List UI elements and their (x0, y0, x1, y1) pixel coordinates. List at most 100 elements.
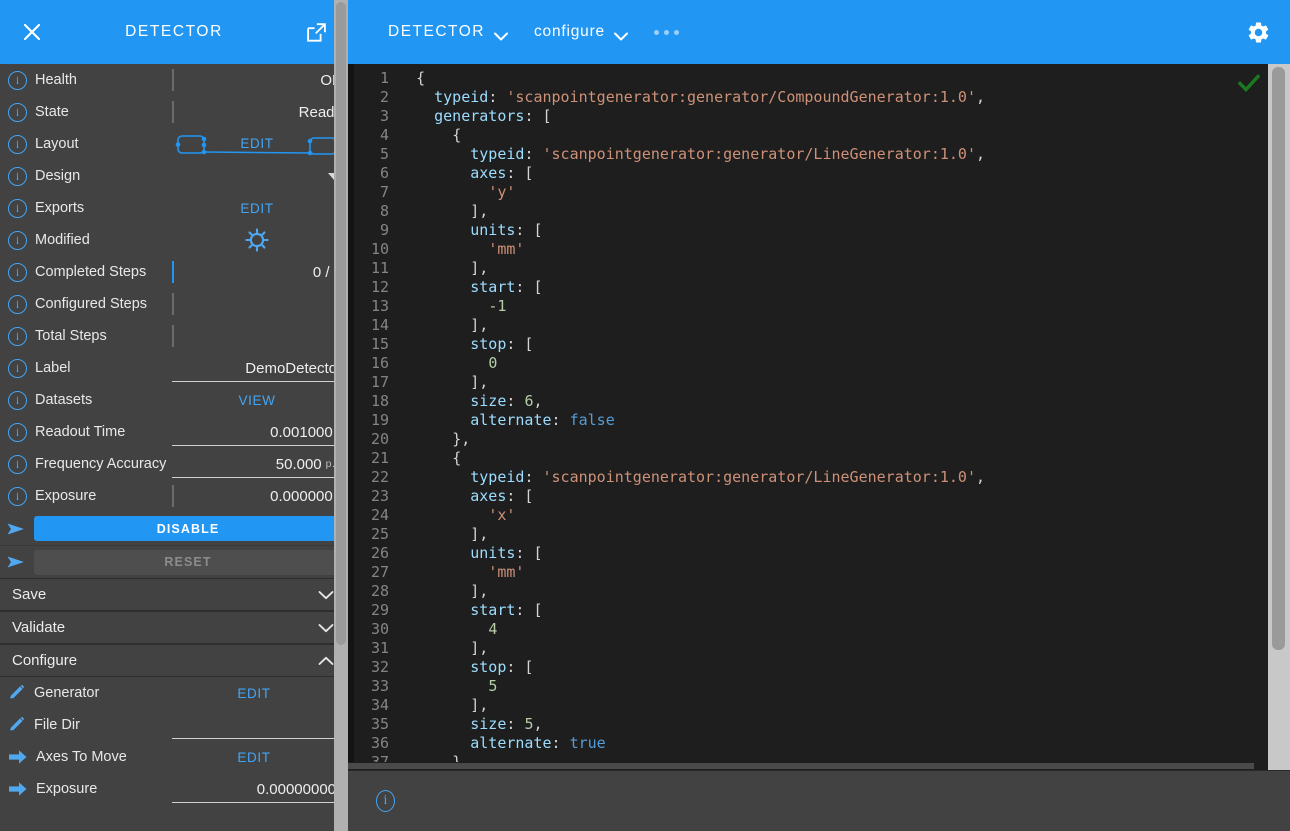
row-action-link[interactable]: EDIT (237, 750, 270, 765)
breadcrumb-detector[interactable]: DETECTOR (388, 23, 508, 41)
info-icon[interactable]: i (8, 263, 27, 282)
line-number: 1 (354, 69, 389, 88)
reset-button[interactable]: RESET (34, 550, 342, 575)
attribute-row[interactable]: iStateReady (0, 96, 348, 128)
more-horizontal-icon[interactable] (654, 30, 679, 35)
chevron-down-icon (494, 28, 508, 37)
editor-code[interactable]: { typeid: 'scanpointgenerator:generator/… (398, 69, 1268, 770)
attribute-row[interactable]: Axes To MoveEDIT (0, 741, 348, 773)
row-action-link[interactable]: EDIT (240, 201, 273, 216)
info-icon[interactable]: i (8, 423, 27, 442)
line-number: 10 (354, 240, 389, 259)
info-icon[interactable]: i (8, 487, 27, 506)
row-label: Exports (35, 200, 84, 216)
attribute-row[interactable]: iExposure0.000000s (0, 480, 348, 512)
line-number: 23 (354, 487, 389, 506)
section-title: Configure (12, 652, 318, 669)
gear-icon[interactable] (1226, 0, 1290, 64)
info-icon[interactable]: i (8, 167, 27, 186)
row-action-link[interactable]: VIEW (239, 393, 276, 408)
row-label: Exposure (35, 488, 96, 504)
line-number: 25 (354, 525, 389, 544)
editor-horizontal-scrollbar[interactable] (348, 762, 1268, 770)
attribute-row[interactable]: iLayoutEDIT (0, 128, 348, 160)
attribute-row[interactable]: iHealthOK (0, 64, 348, 96)
attribute-row[interactable]: iLabelDemoDetector (0, 352, 348, 384)
row-action-link[interactable]: EDIT (237, 686, 270, 701)
action-row-disable: DISABLE (0, 512, 348, 545)
row-label: Frequency Accuracy (35, 456, 166, 472)
code-line: 'mm' (398, 240, 1268, 259)
info-icon[interactable]: i (8, 455, 27, 474)
info-icon[interactable]: i (8, 71, 27, 90)
info-icon[interactable]: i (8, 231, 27, 250)
editor-horizontal-scrollbar-thumb[interactable] (348, 763, 1254, 769)
code-line: ], (398, 525, 1268, 544)
code-line: typeid: 'scanpointgenerator:generator/Li… (398, 468, 1268, 487)
code-line: ], (398, 202, 1268, 221)
application-window: DETECTOR iHealthOKiStateReadyiLayoutEDIT… (0, 0, 1290, 831)
line-number: 34 (354, 696, 389, 715)
info-icon[interactable]: i (8, 359, 27, 378)
pencil-icon (8, 684, 26, 702)
attribute-row[interactable]: Exposure0.00000000 (0, 773, 348, 805)
section-title: Validate (12, 619, 318, 636)
code-line: 5 (398, 677, 1268, 696)
info-icon[interactable]: i (8, 103, 27, 122)
sidebar-sections: Save Validate Configure GeneratorEDIT File D… (0, 578, 348, 805)
info-icon[interactable]: i (8, 199, 27, 218)
layout-widget[interactable]: EDIT (172, 128, 342, 160)
code-line: alternate: true (398, 734, 1268, 753)
row-label: File Dir (34, 717, 80, 733)
editor-scrollbar[interactable] (1268, 64, 1290, 770)
sidebar-scrollbar[interactable] (334, 0, 348, 831)
info-icon[interactable]: i (376, 790, 395, 812)
row-value-text: 50.000 (276, 456, 322, 473)
row-value-text: 0.001000 (270, 424, 333, 441)
editor-line-numbers: 1234567891011121314151617181920212223242… (354, 69, 398, 770)
row-label: Exposure (36, 781, 97, 797)
sidebar-scrollbar-thumb[interactable] (336, 2, 346, 645)
attribute-row[interactable]: i Exports EDIT (0, 192, 348, 224)
row-value-text: 0.000000 (270, 488, 333, 505)
attribute-row[interactable]: iFrequency Accuracy50.000p… (0, 448, 348, 480)
info-icon[interactable]: i (8, 295, 27, 314)
close-icon[interactable] (18, 18, 46, 46)
line-number: 19 (354, 411, 389, 430)
section-header-configure[interactable]: Configure (0, 644, 348, 677)
code-line: start: [ (398, 601, 1268, 620)
code-line: 'mm' (398, 563, 1268, 582)
sidebar-body[interactable]: iHealthOKiStateReadyiLayoutEDITiDesigniE… (0, 64, 348, 831)
breadcrumb-configure[interactable]: configure (534, 23, 628, 41)
attribute-row[interactable]: iConfigured Steps0 (0, 288, 348, 320)
arrow-icon (8, 780, 28, 798)
chevron-down-icon (318, 590, 334, 600)
attribute-row[interactable]: iReadout Time0.001000s (0, 416, 348, 448)
attribute-row[interactable]: File Dir (0, 709, 348, 741)
info-icon[interactable]: i (8, 135, 27, 154)
attribute-row[interactable]: iTotal Steps0 (0, 320, 348, 352)
attribute-row[interactable]: iDatasetsVIEW (0, 384, 348, 416)
attribute-row[interactable]: iModified (0, 224, 348, 256)
section-header-validate[interactable]: Validate (0, 611, 348, 644)
line-number: 4 (354, 126, 389, 145)
line-number: 5 (354, 145, 389, 164)
section-header-save[interactable]: Save (0, 578, 348, 611)
editor-scrollbar-thumb[interactable] (1272, 67, 1285, 650)
code-editor[interactable]: 1234567891011121314151617181920212223242… (348, 64, 1268, 770)
attribute-row[interactable]: GeneratorEDIT (0, 677, 348, 709)
attribute-row[interactable]: iCompleted Steps0 / 0 (0, 256, 348, 288)
disable-button[interactable]: DISABLE (34, 516, 342, 541)
info-icon[interactable]: i (8, 327, 27, 346)
open-in-new-icon[interactable] (302, 18, 330, 46)
code-line: 'x' (398, 506, 1268, 525)
line-number: 18 (354, 392, 389, 411)
info-icon[interactable]: i (8, 391, 27, 410)
code-line: { (398, 69, 1268, 88)
attribute-row[interactable]: iDesign (0, 160, 348, 192)
code-line: ], (398, 696, 1268, 715)
layout-edit-link[interactable]: EDIT (236, 136, 277, 151)
breadcrumb-label: configure (534, 23, 605, 41)
code-line: units: [ (398, 544, 1268, 563)
arrow-icon (8, 748, 28, 766)
